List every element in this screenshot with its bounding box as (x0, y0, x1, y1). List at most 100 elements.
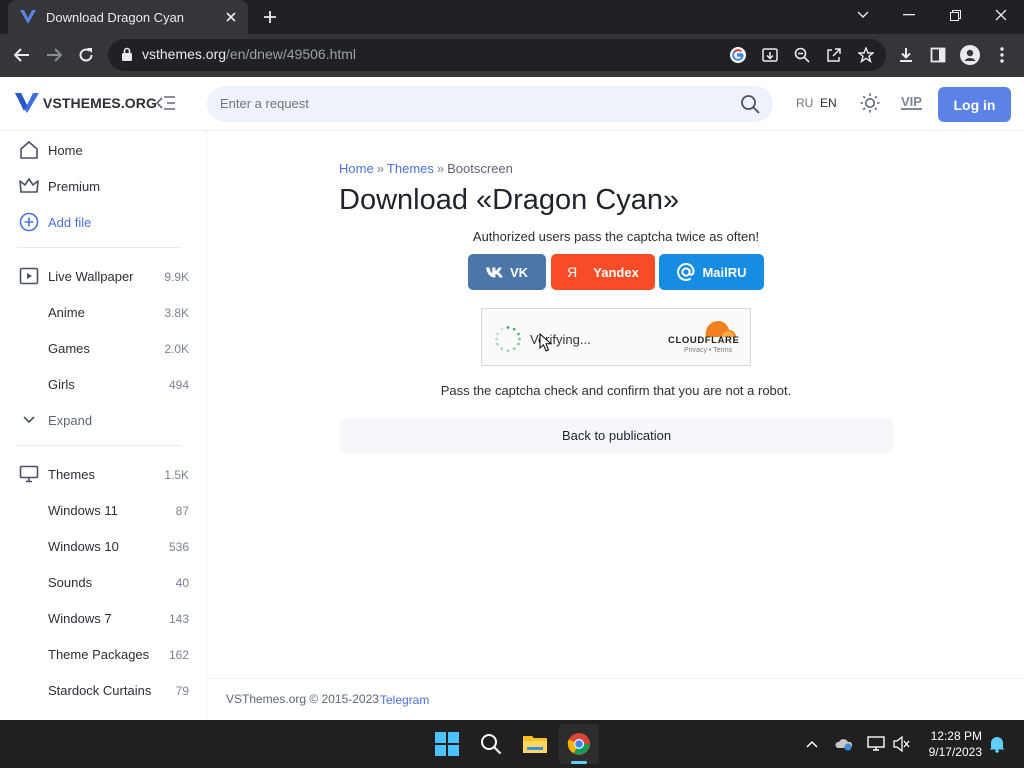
cloudflare-brand-text: CLOUDFLARE (668, 335, 740, 346)
tray-chevron-up-icon[interactable] (803, 735, 821, 753)
restore-icon[interactable] (932, 0, 978, 30)
tab-title: Download Dragon Cyan (46, 9, 185, 25)
sidebar-item-add-file[interactable]: Add file (0, 204, 206, 240)
sidebar-divider (17, 445, 181, 446)
footer-telegram-link[interactable]: Telegram (380, 693, 429, 707)
vk-login-button[interactable]: VK (468, 254, 546, 290)
volume-muted-icon[interactable] (893, 735, 911, 753)
file-explorer-icon[interactable] (515, 724, 555, 764)
google-icon[interactable] (725, 42, 751, 68)
sidebar-expand[interactable]: Expand (0, 402, 206, 438)
sidebar-item-windows-7[interactable]: Windows 7 143 (0, 600, 206, 636)
vk-label: VK (509, 264, 529, 280)
sidebar-item-label: Windows 10 (48, 539, 119, 554)
sidebar-item-windows-11[interactable]: Windows 11 87 (0, 492, 206, 528)
breadcrumb-separator: » (376, 161, 384, 176)
share-icon[interactable] (821, 42, 847, 68)
sidebar-item-count: 536 (168, 540, 189, 554)
tab-close-icon[interactable] (222, 8, 240, 26)
new-tab-icon[interactable] (259, 7, 281, 27)
sidebar-item-label: Anime (48, 305, 85, 320)
sidebar-item-girls[interactable]: Girls 494 (0, 366, 206, 402)
search-input[interactable] (220, 96, 720, 111)
sidebar-item-count: 87 (175, 504, 189, 518)
forward-arrow-icon[interactable] (41, 42, 67, 68)
close-window-icon[interactable] (978, 0, 1024, 30)
onedrive-icon[interactable] (835, 735, 853, 753)
taskbar-search-icon[interactable] (471, 724, 511, 764)
sidebar-item-label: Themes (48, 467, 95, 482)
sidebar-item-label: Home (48, 143, 83, 158)
breadcrumb: Home» Themes» Bootscreen (339, 161, 513, 176)
taskbar-time[interactable]: 12:28 PM (930, 729, 982, 743)
sun-icon[interactable] (860, 93, 880, 113)
sidebar-item-home[interactable]: Home (0, 132, 206, 168)
mailru-label: MailRU (702, 264, 747, 280)
page-title: Download «Dragon Cyan» (339, 184, 680, 216)
mailru-login-button[interactable]: MailRU (659, 254, 764, 290)
sidebar-item-count: 79 (175, 684, 189, 698)
lock-icon (122, 47, 132, 61)
minimize-icon[interactable] (886, 0, 932, 30)
bookmark-star-icon[interactable] (853, 42, 879, 68)
login-button[interactable]: Log in (938, 87, 1011, 122)
back-to-publication-button[interactable]: Back to publication (340, 418, 893, 453)
search-icon[interactable] (740, 94, 760, 114)
mailru-at-icon (676, 262, 696, 282)
sidebar-item-count: 143 (168, 612, 189, 626)
footer-divider (207, 678, 1024, 679)
sidebar-item-windows-10[interactable]: Windows 10 536 (0, 528, 206, 564)
breadcrumb-home[interactable]: Home (339, 161, 374, 176)
downloads-icon[interactable] (893, 42, 919, 68)
yandex-label: Yandex (593, 264, 639, 280)
loading-spinner-icon (495, 326, 521, 352)
notification-bell-icon[interactable] (988, 735, 1006, 753)
breadcrumb-themes[interactable]: Themes (387, 161, 434, 176)
mouse-cursor-icon (539, 333, 553, 352)
sidebar-item-games[interactable]: Games 2.0K (0, 330, 206, 366)
captcha-instruction: Pass the captcha check and confirm that … (440, 383, 792, 398)
sidebar-item-count: 3.8K (164, 306, 189, 320)
sidebar-item-label: Stardock Curtains (48, 683, 152, 698)
sidebar-item-themes[interactable]: Themes 1.5K (0, 456, 206, 492)
browser-tab[interactable]: Download Dragon Cyan (8, 0, 248, 34)
tab-search-chevron-icon[interactable] (840, 0, 886, 30)
profile-icon[interactable] (957, 42, 983, 68)
sidebar-item-anime[interactable]: Anime 3.8K (0, 294, 206, 330)
yandex-icon: Я (567, 264, 578, 280)
network-icon[interactable] (867, 735, 885, 753)
install-app-icon[interactable] (757, 42, 783, 68)
sidebar-item-stardock-curtains[interactable]: Stardock Curtains 79 (0, 672, 206, 708)
add-circle-icon (19, 212, 39, 232)
play-square-icon (19, 267, 39, 285)
sidebar-item-label: Add file (48, 215, 92, 230)
sidebar-item-theme-packages[interactable]: Theme Packages 162 (0, 636, 206, 672)
sidebar-item-label: Expand (48, 413, 93, 428)
sidebar-item-premium[interactable]: Premium (0, 168, 206, 204)
sidebar-item-count: 162 (168, 648, 189, 662)
sidebar-item-sounds[interactable]: Sounds 40 (0, 564, 206, 600)
cloudflare-privacy-terms[interactable]: Privacy • Terms (684, 347, 732, 354)
back-arrow-icon[interactable] (9, 42, 35, 68)
yandex-login-button[interactable]: Я Yandex (551, 254, 655, 290)
lang-en[interactable]: EN (820, 96, 837, 110)
collapse-menu-icon[interactable] (156, 94, 176, 112)
breadcrumb-current: Bootscreen (447, 161, 513, 176)
side-panel-icon[interactable] (925, 42, 951, 68)
sidebar-item-label: Sounds (48, 575, 93, 590)
lang-ru[interactable]: RU (796, 96, 813, 110)
active-app-indicator (571, 761, 587, 764)
vsthemes-logo-icon (15, 93, 39, 113)
taskbar-date[interactable]: 9/17/2023 (924, 745, 982, 759)
vip-link[interactable]: VIP (901, 95, 922, 110)
sidebar-item-live-wallpaper[interactable]: Live Wallpaper 9.9K (0, 258, 206, 294)
reload-icon[interactable] (73, 42, 99, 68)
url-text[interactable]: vsthemes.org/en/dnew/49506.html (142, 46, 356, 62)
chrome-taskbar-icon[interactable] (559, 724, 599, 764)
zoom-icon[interactable] (789, 42, 815, 68)
sidebar-item-label: Games (48, 341, 90, 356)
windows-start-icon[interactable] (427, 724, 467, 764)
monitor-icon (19, 465, 39, 483)
site-logo[interactable]: VSTHEMES.ORG (15, 93, 157, 113)
browser-menu-icon[interactable] (989, 42, 1015, 68)
